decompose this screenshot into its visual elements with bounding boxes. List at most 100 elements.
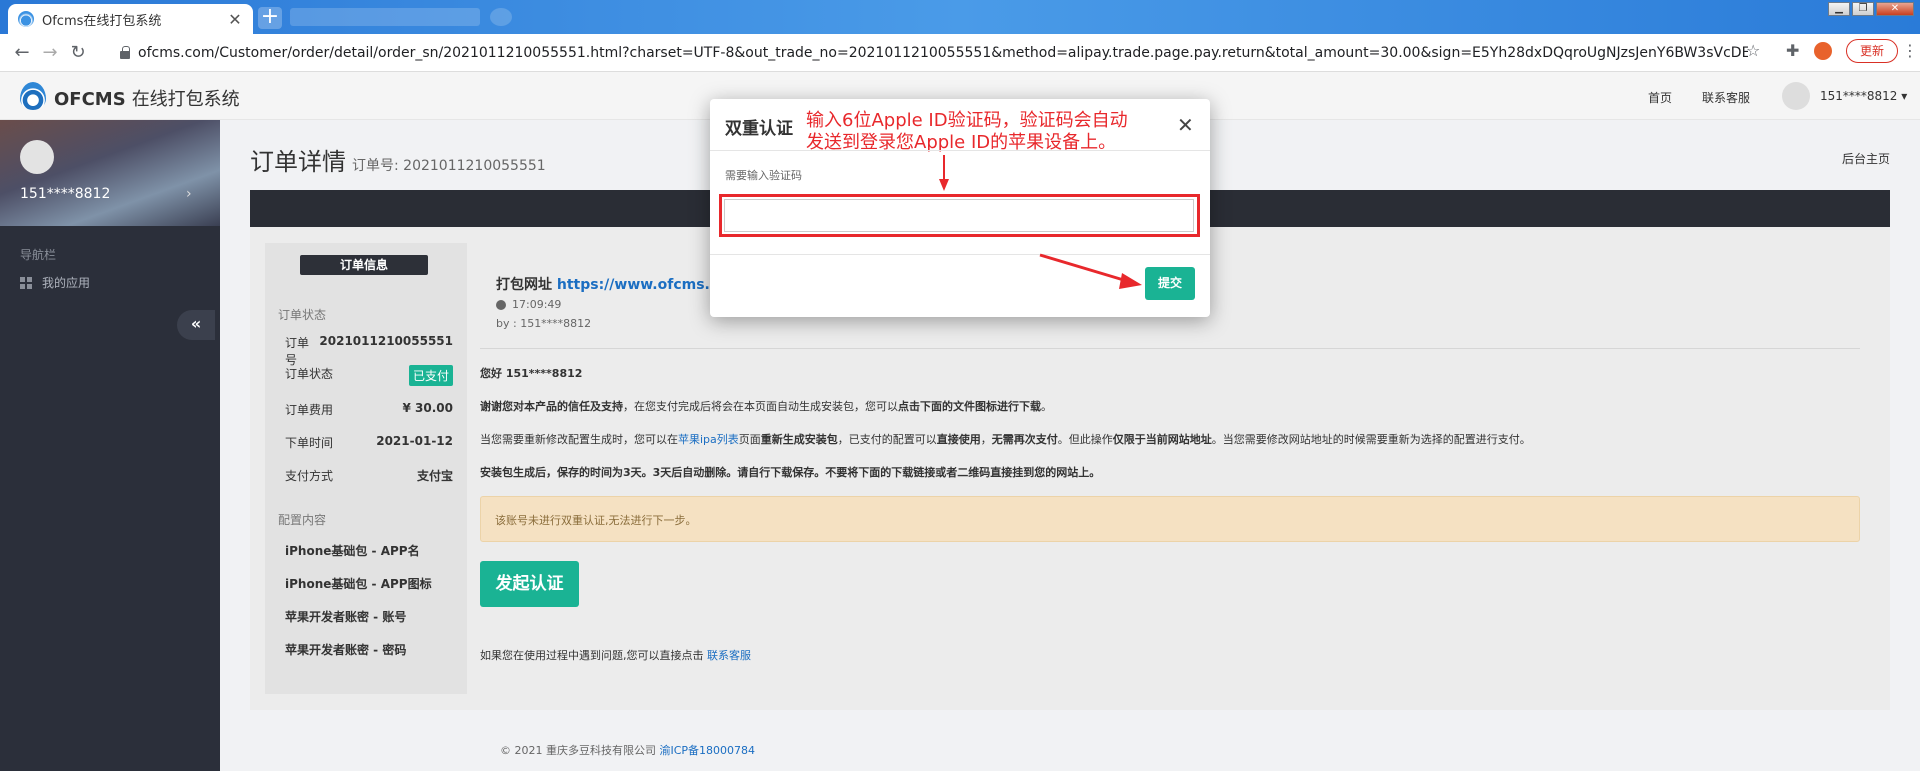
config-section-title: 配置内容 bbox=[278, 513, 327, 527]
notice-paragraph-1: 谢谢您对本产品的信任及支持，在您支付完成后将会在本页面自动生成安装包，您可以点击… bbox=[480, 398, 1052, 414]
notice-text: ，在您支付完成后将会在本页面自动生成安装包，您可以 bbox=[623, 400, 898, 413]
maximize-icon[interactable]: ❐ bbox=[1852, 2, 1874, 16]
notice-bold: 无需再次支付 bbox=[991, 433, 1058, 446]
close-window-icon[interactable]: ✕ bbox=[1876, 2, 1914, 16]
tab-title: Ofcms在线打包系统 bbox=[42, 13, 162, 29]
sidebar-item-label: 我的应用 bbox=[42, 276, 91, 290]
forward-icon[interactable]: → bbox=[36, 42, 64, 63]
profile-icon[interactable] bbox=[1814, 42, 1832, 60]
config-item: 苹果开发者账密 - 密码 bbox=[285, 643, 407, 657]
annotation-arrowhead-right bbox=[1119, 273, 1142, 289]
verification-code-input[interactable] bbox=[724, 199, 1194, 232]
info-label: 订单状态 bbox=[285, 367, 334, 381]
annotation-text: 输入6位Apple ID验证码，验证码会自动 发送到登录您Apple ID的苹果… bbox=[806, 110, 1128, 154]
config-item: iPhone基础包 - APP图标 bbox=[285, 577, 432, 591]
back-home-link[interactable]: 后台主页 bbox=[1842, 150, 1890, 167]
copyright: © 2021 重庆多豆科技有限公司 bbox=[500, 744, 656, 757]
bookmark-star-icon[interactable]: ☆ bbox=[1746, 41, 1760, 60]
sidebar-user[interactable]: 151****8812 bbox=[20, 186, 110, 202]
notice-bold: 直接使用 bbox=[936, 433, 981, 446]
window-controls: ▁ ❐ ✕ bbox=[1828, 2, 1914, 16]
pack-url-line: 打包网址 https://www.ofcms.cc bbox=[496, 274, 726, 294]
sidebar-profile: 151****8812 › bbox=[0, 120, 220, 226]
info-label: 下单时间 bbox=[285, 436, 334, 450]
annotation-arrow-right bbox=[1039, 253, 1128, 283]
update-button[interactable]: 更新 bbox=[1846, 39, 1898, 63]
info-row-order-no: 订单号 2021011210055551 bbox=[285, 334, 453, 368]
notice-text: 。 bbox=[1041, 400, 1052, 413]
pack-url-link[interactable]: https://www.ofcms.cc bbox=[557, 277, 727, 293]
sidebar-nav-title: 导航栏 bbox=[20, 248, 57, 262]
greeting: 您好 151****8812 bbox=[480, 367, 583, 380]
grid-icon bbox=[20, 276, 32, 289]
annotation-arrowhead-down bbox=[939, 179, 949, 191]
notice-bold: 重新生成安装包 bbox=[760, 433, 838, 446]
browser-tab[interactable]: Ofcms在线打包系统 ✕ bbox=[8, 4, 253, 34]
info-value: 支付宝 bbox=[416, 469, 453, 483]
ofcms-logo-icon bbox=[20, 82, 46, 110]
sidebar-avatar[interactable] bbox=[20, 140, 54, 174]
tab-close-icon[interactable]: ✕ bbox=[227, 10, 243, 29]
notice-bold: 谢谢您对本产品的信任及支持 bbox=[480, 400, 623, 413]
help-text-body: 如果您在使用过程中遇到问题,您可以直接点击 bbox=[480, 649, 704, 662]
reload-icon[interactable]: ↻ bbox=[64, 42, 92, 63]
extensions-icon[interactable]: ✚ bbox=[1786, 41, 1799, 60]
info-value: 2021011210055551 bbox=[319, 334, 453, 348]
sidebar: 151****8812 › 导航栏 我的应用 « bbox=[0, 120, 220, 771]
modal-title: 双重认证 bbox=[725, 119, 793, 139]
icp-link[interactable]: 渝ICP备18000784 bbox=[660, 744, 756, 757]
start-auth-button[interactable]: 发起认证 bbox=[480, 561, 579, 607]
avatar[interactable] bbox=[1782, 82, 1810, 110]
divider bbox=[480, 348, 1860, 349]
clock-icon bbox=[496, 299, 506, 310]
collapse-sidebar-icon[interactable]: « bbox=[177, 310, 215, 340]
pack-time-text: 17:09:49 bbox=[512, 298, 562, 311]
logo-name: OFCMS bbox=[54, 89, 126, 110]
blurred-tab[interactable] bbox=[290, 8, 480, 26]
browser-tabbar: Ofcms在线打包系统 ✕ + ▁ ❐ ✕ bbox=[0, 0, 1920, 34]
help-text: 如果您在使用过程中遇到问题,您可以直接点击 联系客服 bbox=[480, 647, 751, 663]
pack-by: by : 151****8812 bbox=[496, 317, 592, 330]
page-title: 订单详情 订单号: 2021011210055551 bbox=[250, 142, 546, 177]
status-badge: 已支付 bbox=[408, 365, 453, 386]
pack-time: 17:09:49 bbox=[496, 298, 561, 311]
new-tab-button[interactable]: + bbox=[258, 6, 282, 29]
logo-sub: 在线打包系统 bbox=[131, 89, 240, 110]
info-label: 订单号 bbox=[285, 336, 310, 367]
page-title-text: 订单详情 bbox=[250, 148, 346, 176]
logo-text[interactable]: OFCMS 在线打包系统 bbox=[54, 85, 240, 111]
info-row-date: 下单时间 2021-01-12 bbox=[285, 434, 453, 451]
ipa-list-link[interactable]: 苹果ipa列表 bbox=[678, 433, 739, 446]
user-menu[interactable]: 151****8812 ▾ bbox=[1820, 89, 1907, 103]
notice-bold: 点击下面的文件图标进行下载 bbox=[898, 400, 1041, 413]
chevron-right-icon[interactable]: › bbox=[186, 186, 192, 202]
back-icon[interactable]: ← bbox=[8, 42, 36, 63]
info-row-payment: 支付方式 支付宝 bbox=[285, 467, 453, 484]
nav-support[interactable]: 联系客服 bbox=[1702, 89, 1750, 106]
menu-kebab-icon[interactable]: ⋮ bbox=[1902, 41, 1918, 60]
info-row-status: 订单状态 已支付 bbox=[285, 365, 453, 386]
close-icon[interactable]: ✕ bbox=[1177, 113, 1194, 137]
order-info-card: 订单信息 订单状态 订单号 2021011210055551 订单状态 已支付 … bbox=[265, 243, 467, 694]
submit-button[interactable]: 提交 bbox=[1145, 267, 1195, 300]
modal-divider bbox=[710, 254, 1210, 255]
footer: © 2021 重庆多豆科技有限公司 渝ICP备18000784 bbox=[500, 742, 755, 758]
contact-support-link[interactable]: 联系客服 bbox=[707, 649, 751, 662]
sidebar-item-my-apps[interactable]: 我的应用 bbox=[20, 274, 90, 291]
blurred-tab-icon[interactable] bbox=[490, 8, 512, 26]
info-label: 订单费用 bbox=[285, 403, 334, 417]
config-item: iPhone基础包 - APP名 bbox=[285, 544, 420, 558]
nav-home[interactable]: 首页 bbox=[1648, 89, 1672, 106]
notice-bold: 仅限于当前网站地址 bbox=[1112, 433, 1212, 446]
modal-divider bbox=[710, 150, 1210, 151]
address-bar[interactable]: ofcms.com/Customer/order/detail/order_sn… bbox=[112, 40, 1752, 66]
minimize-icon[interactable]: ▁ bbox=[1828, 2, 1850, 16]
browser-toolbar: ← → ↻ ofcms.com/Customer/order/detail/or… bbox=[0, 34, 1920, 72]
user-name: 151****8812 bbox=[1820, 89, 1898, 103]
annotation-line-1: 输入6位Apple ID验证码，验证码会自动 bbox=[806, 110, 1128, 131]
info-value: ¥ 30.00 bbox=[402, 401, 453, 415]
notice-text: 。但此操作 bbox=[1057, 433, 1113, 446]
notice-text: 当您需要重新修改配置生成时，您可以在 bbox=[480, 433, 678, 446]
url-text[interactable]: ofcms.com/Customer/order/detail/order_sn… bbox=[138, 45, 1748, 61]
config-item: 苹果开发者账密 - 账号 bbox=[285, 610, 407, 624]
